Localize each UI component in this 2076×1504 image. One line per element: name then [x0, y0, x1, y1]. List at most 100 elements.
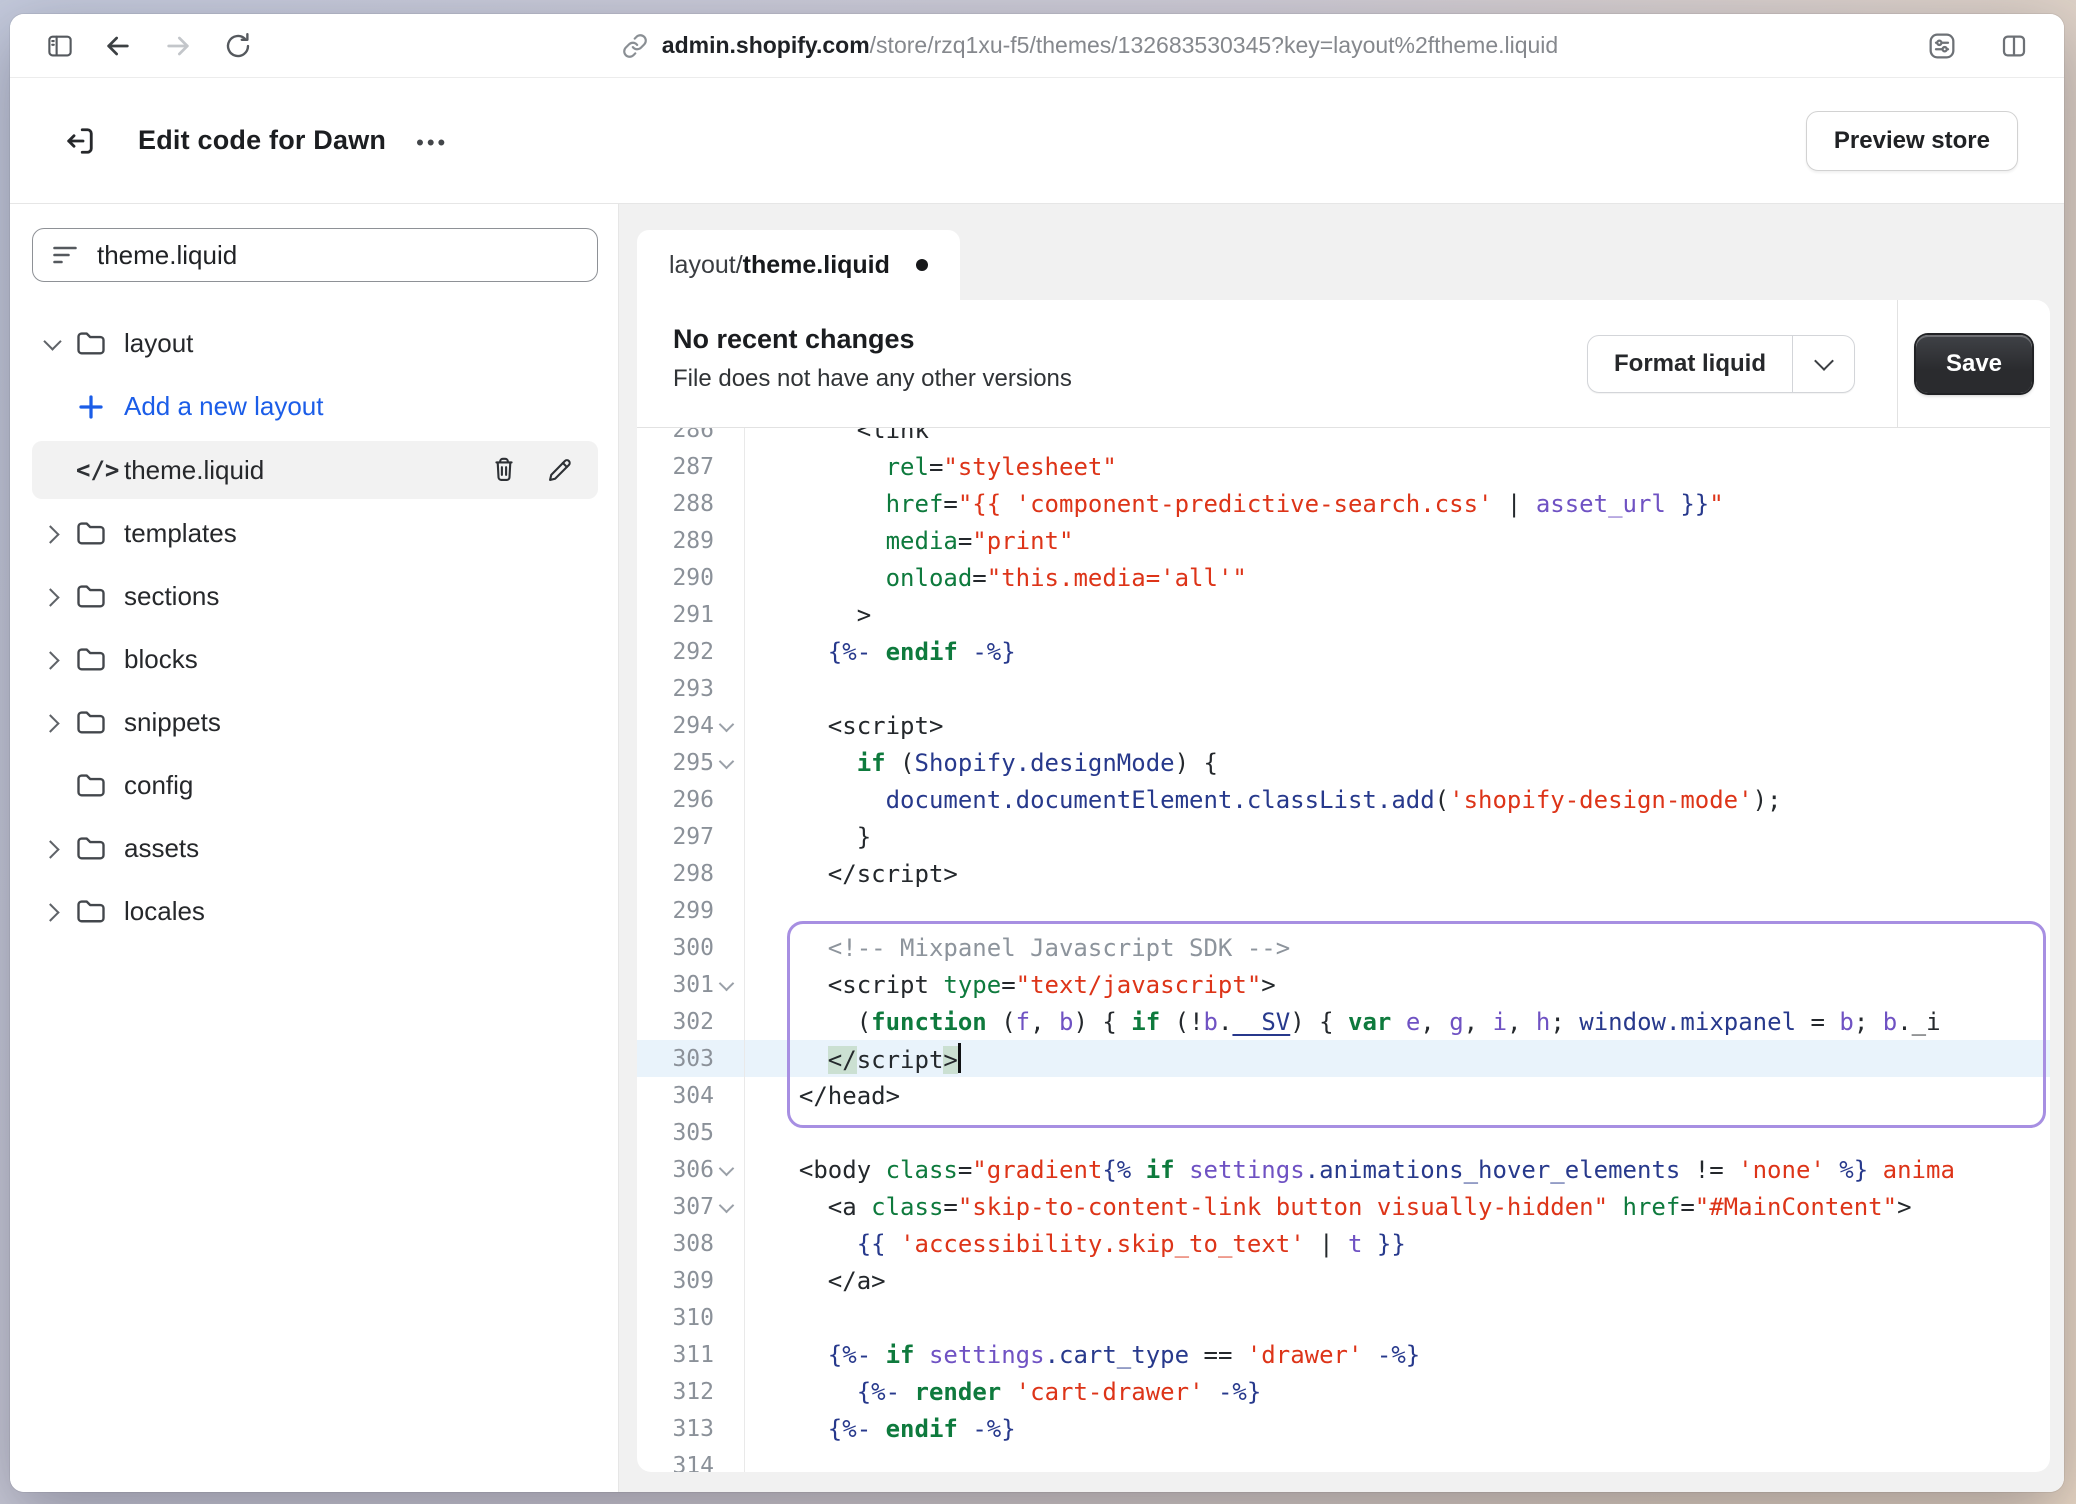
code-line-content: <body class="gradient{% if settings.anim…: [744, 1156, 1955, 1184]
sidebar-toggle-icon[interactable]: [38, 24, 82, 68]
code-line-content: rel="stylesheet": [744, 453, 1117, 481]
folder-icon: [76, 646, 122, 673]
code-token: Shopify.designMode: [915, 749, 1175, 777]
chevron-right-icon[interactable]: [32, 645, 76, 675]
code-line-309[interactable]: 309 </a>: [637, 1262, 2050, 1299]
code-token: ,: [1420, 1008, 1449, 1036]
code-line-305[interactable]: 305: [637, 1114, 2050, 1151]
sidebar-item-blocks[interactable]: blocks: [32, 628, 598, 691]
reload-icon[interactable]: [216, 24, 260, 68]
save-button[interactable]: Save: [1916, 335, 2032, 393]
forward-icon[interactable]: [156, 24, 200, 68]
overflow-menu-icon[interactable]: •••: [416, 126, 448, 156]
code-line-299[interactable]: 299: [637, 892, 2050, 929]
line-number: 286: [637, 428, 744, 448]
format-liquid-chevron-icon[interactable]: [1792, 336, 1854, 392]
code-line-293[interactable]: 293: [637, 670, 2050, 707]
line-number: 298: [637, 855, 744, 892]
code-line-304[interactable]: 304 </head>: [637, 1077, 2050, 1114]
chevron-right-icon[interactable]: [32, 897, 76, 927]
code-line-288[interactable]: 288 href="{{ 'component-predictive-searc…: [637, 485, 2050, 522]
code-line-303[interactable]: 303 </script>: [637, 1040, 2050, 1077]
sidebar-item-theme-liquid[interactable]: </>theme.liquid: [32, 441, 598, 499]
fold-spacer: [714, 1003, 744, 1040]
exit-icon[interactable]: [56, 117, 104, 165]
back-icon[interactable]: [96, 24, 140, 68]
code-token: ;: [1854, 1008, 1883, 1036]
sidebar-item-templates[interactable]: templates: [32, 502, 598, 565]
code-line-306[interactable]: 306 <body class="gradient{% if settings.…: [637, 1151, 2050, 1188]
code-line-289[interactable]: 289 media="print": [637, 522, 2050, 559]
format-liquid-button[interactable]: Format liquid: [1588, 336, 1792, 392]
code-line-301[interactable]: 301 <script type="text/javascript">: [637, 966, 2050, 1003]
fold-chevron-icon[interactable]: [714, 707, 744, 744]
chevron-right-icon[interactable]: [32, 582, 76, 612]
chevron-right-icon[interactable]: [32, 708, 76, 738]
code-line-310[interactable]: 310: [637, 1299, 2050, 1336]
code-line-314[interactable]: 314: [637, 1447, 2050, 1472]
sidebar-item-assets[interactable]: assets: [32, 817, 598, 880]
code-line-content: >: [744, 601, 871, 629]
sidebar-item-label: config: [124, 770, 193, 801]
tab-theme-liquid[interactable]: layout/theme.liquid: [637, 230, 960, 300]
sidebar-item-add-a-new-layout[interactable]: Add a new layout: [32, 375, 598, 438]
plus-icon: [76, 392, 122, 422]
filter-icon: [51, 243, 79, 267]
chevron-right-icon[interactable]: [32, 834, 76, 864]
code-line-286[interactable]: 286 <link: [637, 428, 2050, 448]
chevron-down-icon[interactable]: [32, 329, 76, 359]
sidebar-item-layout[interactable]: layout: [32, 312, 598, 375]
code-line-295[interactable]: 295 if (Shopify.designMode) {: [637, 744, 2050, 781]
code-line-294[interactable]: 294 <script>: [637, 707, 2050, 744]
sidebar-item-config[interactable]: config: [32, 754, 598, 817]
code-line-311[interactable]: 311 {%- if settings.cart_type == 'drawer…: [637, 1336, 2050, 1373]
chevron-right-icon[interactable]: [32, 519, 76, 549]
code-token: .animations_hover_elements: [1305, 1156, 1681, 1184]
code-line-291[interactable]: 291 >: [637, 596, 2050, 633]
sidebar-item-sections[interactable]: sections: [32, 565, 598, 628]
code-line-292[interactable]: 292 {%- endif -%}: [637, 633, 2050, 670]
code-token: [871, 1341, 885, 1369]
sidebar-item-locales[interactable]: locales: [32, 880, 598, 943]
sidebar-item-label: Add a new layout: [124, 391, 323, 422]
preview-store-button[interactable]: Preview store: [1806, 111, 2018, 171]
code-line-312[interactable]: 312 {%- render 'cart-drawer' -%}: [637, 1373, 2050, 1410]
search-input[interactable]: [97, 240, 579, 271]
fold-chevron-icon[interactable]: [714, 966, 744, 1003]
line-number: 288: [637, 485, 744, 522]
code-token: </script>: [770, 860, 958, 888]
code-line-290[interactable]: 290 onload="this.media='all'": [637, 559, 2050, 596]
code-editor[interactable]: 286 <link287 rel="stylesheet"288 href="{…: [637, 428, 2050, 1472]
code-line-287[interactable]: 287 rel="stylesheet": [637, 448, 2050, 485]
code-line-298[interactable]: 298 </script>: [637, 855, 2050, 892]
code-line-307[interactable]: 307 <a class="skip-to-content-link butto…: [637, 1188, 2050, 1225]
page-settings-icon[interactable]: [1920, 24, 1964, 68]
code-line-308[interactable]: 308 {{ 'accessibility.skip_to_text' | t …: [637, 1225, 2050, 1262]
code-line-313[interactable]: 313 {%- endif -%}: [637, 1410, 2050, 1447]
delete-file-icon[interactable]: [490, 456, 518, 484]
code-token: >: [1261, 971, 1275, 999]
code-line-297[interactable]: 297 }: [637, 818, 2050, 855]
sidebar-item-label: sections: [124, 581, 219, 612]
code-line-296[interactable]: 296 document.documentElement.classList.a…: [637, 781, 2050, 818]
line-number: 301: [637, 966, 744, 1003]
line-number: 294: [637, 707, 744, 744]
code-token: [770, 1046, 828, 1074]
code-token: =: [958, 527, 972, 555]
sidebar-item-snippets[interactable]: snippets: [32, 691, 598, 754]
split-view-icon[interactable]: [1992, 24, 2036, 68]
code-token: __SV: [1232, 1008, 1290, 1036]
code-token: 'shopify-design-mode': [1449, 786, 1752, 814]
code-line-302[interactable]: 302 (function (f, b) { if (!b.__SV) { va…: [637, 1003, 2050, 1040]
fold-chevron-icon[interactable]: [714, 1151, 744, 1188]
rename-file-icon[interactable]: [546, 456, 574, 484]
format-liquid-split-button: Format liquid: [1587, 335, 1855, 393]
code-line-300[interactable]: 300 <!-- Mixpanel Javascript SDK -->: [637, 929, 2050, 966]
code-token: }}: [1666, 490, 1709, 518]
fold-chevron-icon[interactable]: [714, 1188, 744, 1225]
code-token: [770, 453, 886, 481]
fold-chevron-icon[interactable]: [714, 744, 744, 781]
file-search[interactable]: [32, 228, 598, 282]
code-token: render: [915, 1378, 1002, 1406]
address-bar[interactable]: admin.shopify.com/store/rzq1xu-f5/themes…: [260, 32, 1920, 59]
